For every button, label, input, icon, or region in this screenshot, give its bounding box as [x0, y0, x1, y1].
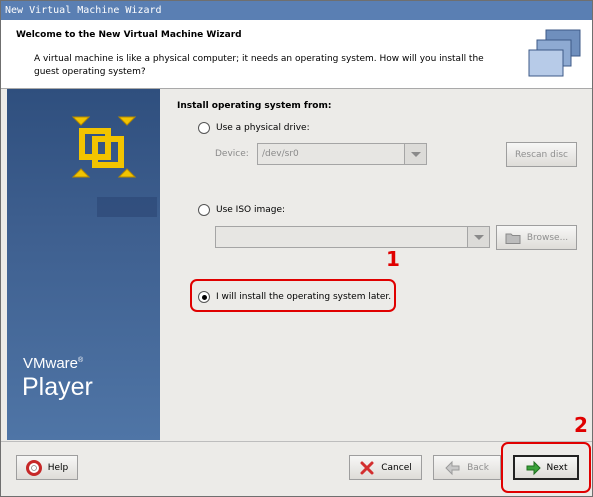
browse-button[interactable]: Browse... — [496, 225, 577, 250]
back-button[interactable]: Back — [433, 455, 501, 480]
help-button[interactable]: Help — [16, 455, 78, 480]
iso-image-label: Use ISO image: — [216, 205, 286, 215]
annotation-number-1: 1 — [386, 247, 400, 271]
footer-divider — [1, 441, 592, 442]
cancel-label: Cancel — [381, 462, 412, 473]
back-label: Back — [467, 462, 489, 473]
wizard-header: Welcome to the New Virtual Machine Wizar… — [1, 20, 592, 89]
virtual-machines-icon — [528, 29, 581, 77]
annotation-number-2: 2 — [574, 413, 588, 437]
cancel-button[interactable]: Cancel — [349, 455, 422, 480]
iso-image-option[interactable]: Use ISO image: — [198, 204, 285, 216]
physical-drive-option[interactable]: Use a physical drive: — [198, 122, 310, 134]
install-options: Install operating system from: Use a phy… — [161, 89, 591, 440]
chevron-down-icon[interactable] — [404, 144, 426, 164]
physical-drive-label: Use a physical drive: — [216, 123, 310, 133]
annotation-box-2 — [501, 442, 591, 493]
browse-label: Browse... — [526, 232, 569, 243]
brand-player: Player — [22, 373, 93, 401]
lifebuoy-icon — [25, 459, 42, 476]
chevron-down-icon[interactable] — [467, 227, 489, 247]
cancel-x-icon — [360, 461, 374, 474]
window-title: New Virtual Machine Wizard — [1, 1, 592, 20]
device-label: Device: — [215, 149, 249, 159]
sidebar-banner: VMware® Player — [7, 89, 160, 440]
help-label: Help — [47, 462, 69, 473]
wizard-window: New Virtual Machine Wizard Welcome to th… — [0, 0, 593, 497]
annotation-box-1 — [190, 279, 396, 312]
header-title: Welcome to the New Virtual Machine Wizar… — [16, 30, 242, 40]
iso-path-select[interactable] — [215, 226, 490, 248]
rescan-disc-button[interactable]: Rescan disc — [506, 142, 577, 167]
arrow-left-icon — [445, 460, 460, 475]
vmware-logo-icon — [71, 116, 157, 217]
section-title: Install operating system from: — [177, 101, 332, 111]
device-select[interactable]: /dev/sr0 — [257, 143, 427, 165]
iso-image-radio[interactable] — [198, 204, 210, 216]
device-value: /dev/sr0 — [262, 149, 299, 159]
folder-icon — [505, 233, 521, 244]
brand-vmware: VMware® — [23, 355, 84, 372]
header-subtitle: A virtual machine is like a physical com… — [34, 54, 484, 77]
physical-drive-radio[interactable] — [198, 122, 210, 134]
